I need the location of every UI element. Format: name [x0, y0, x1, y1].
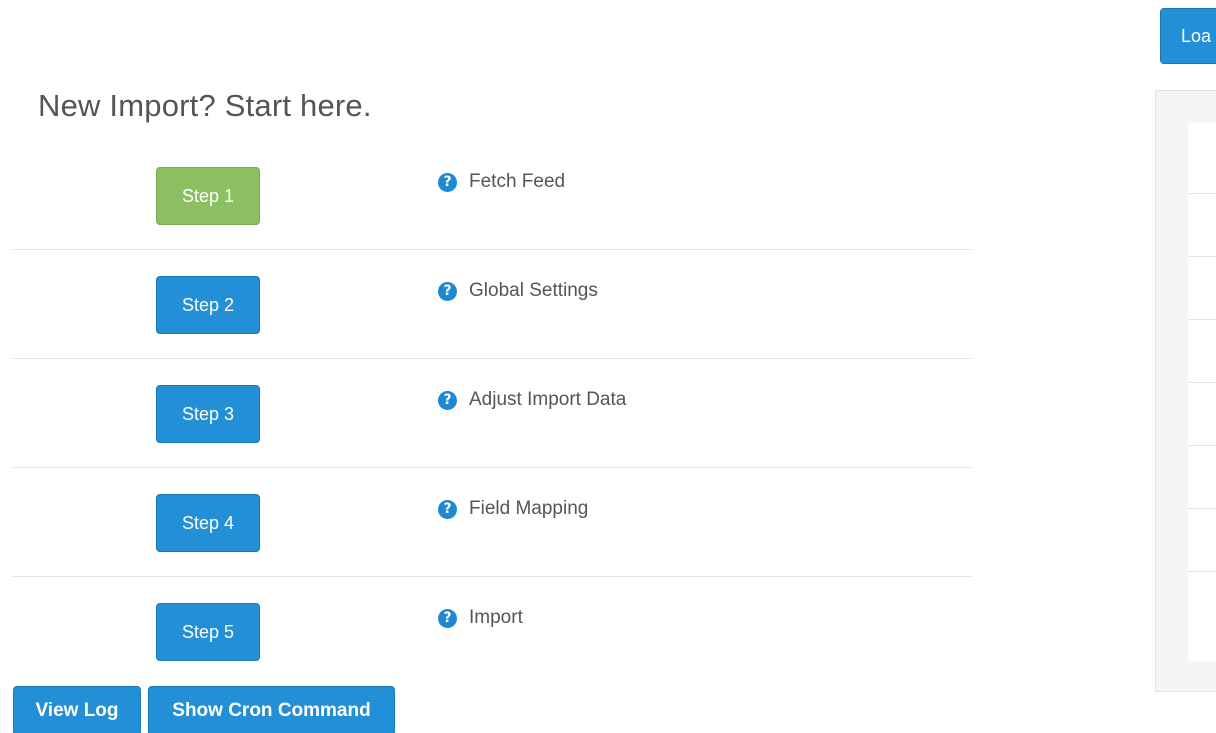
- side-panel-table: [1188, 123, 1216, 661]
- help-icon[interactable]: ?: [438, 172, 457, 192]
- help-icon[interactable]: ?: [438, 390, 457, 410]
- page-title: New Import? Start here.: [38, 88, 372, 123]
- step-5-title: Import: [469, 607, 523, 628]
- table-row-divider: [1188, 445, 1216, 446]
- step-3-title: Adjust Import Data: [469, 389, 627, 410]
- table-row-divider: [1188, 508, 1216, 509]
- view-log-button[interactable]: View Log: [13, 686, 141, 733]
- step-3-label: ? Adjust Import Data: [438, 389, 626, 411]
- steps-list: Step 1 ? Fetch Feed Step 2 ? Global Sett…: [13, 141, 971, 686]
- step-2-label: ? Global Settings: [438, 280, 598, 302]
- table-row-divider: [1188, 382, 1216, 383]
- step-2-button[interactable]: Step 2: [156, 276, 260, 334]
- step-2-title: Global Settings: [469, 280, 598, 301]
- step-1-button[interactable]: Step 1: [156, 167, 260, 225]
- help-icon[interactable]: ?: [438, 281, 457, 301]
- step-row-3: Step 3 ? Adjust Import Data: [13, 359, 971, 468]
- step-4-button[interactable]: Step 4: [156, 494, 260, 552]
- table-row-divider: [1188, 193, 1216, 194]
- help-icon[interactable]: ?: [438, 499, 457, 519]
- step-4-label: ? Field Mapping: [438, 498, 588, 520]
- import-wizard-page: New Import? Start here. Step 1 ? Fetch F…: [0, 0, 1216, 733]
- step-row-5: Step 5 ? Import: [13, 577, 971, 686]
- step-1-label: ? Fetch Feed: [438, 171, 565, 193]
- show-cron-command-button[interactable]: Show Cron Command: [148, 686, 395, 733]
- step-5-button[interactable]: Step 5: [156, 603, 260, 661]
- step-row-1: Step 1 ? Fetch Feed: [13, 141, 971, 250]
- step-1-title: Fetch Feed: [469, 171, 566, 192]
- step-4-title: Field Mapping: [469, 498, 589, 519]
- step-3-button[interactable]: Step 3: [156, 385, 260, 443]
- step-5-label: ? Import: [438, 607, 523, 629]
- step-row-2: Step 2 ? Global Settings: [13, 250, 971, 359]
- table-row-divider: [1188, 256, 1216, 257]
- step-row-4: Step 4 ? Field Mapping: [13, 468, 971, 577]
- table-row-divider: [1188, 571, 1216, 572]
- load-button[interactable]: Loa: [1160, 8, 1216, 64]
- table-row-divider: [1188, 319, 1216, 320]
- side-panel: [1155, 90, 1216, 692]
- help-icon[interactable]: ?: [438, 608, 457, 628]
